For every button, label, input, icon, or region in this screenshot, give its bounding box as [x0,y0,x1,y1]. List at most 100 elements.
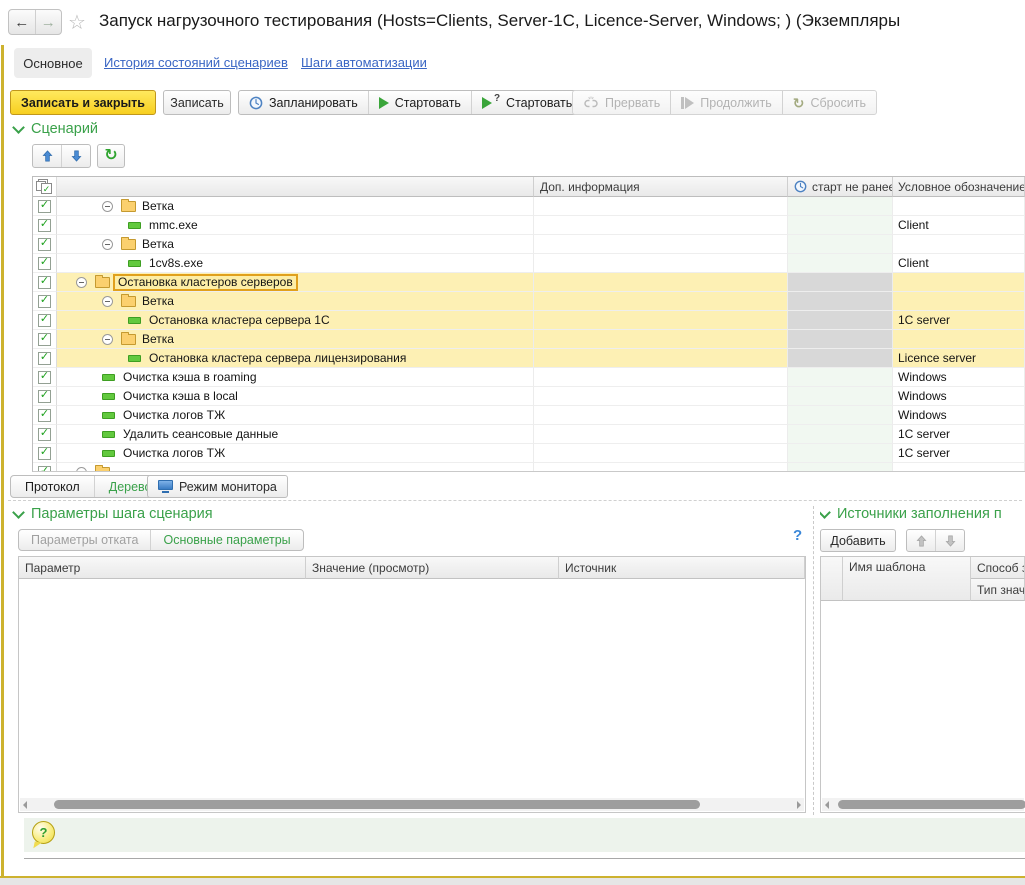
row-info-cell[interactable] [534,235,788,254]
row-info-cell[interactable] [534,387,788,406]
row-unit-cell[interactable] [893,463,1025,472]
rollback-params-tab[interactable]: Параметры отката [19,530,150,550]
column-start-header[interactable]: старт не ранее.. [788,177,893,197]
row-start-cell[interactable] [788,197,893,216]
row-checkbox[interactable]: ✓ [38,257,51,270]
help-bubble-icon[interactable]: ? [32,821,55,844]
row-info-cell[interactable] [534,406,788,425]
row-unit-cell[interactable]: 1C server [893,425,1025,444]
row-name-cell[interactable]: Ветка [57,292,534,311]
row-unit-cell[interactable]: 1C server [893,444,1025,463]
row-start-cell[interactable] [788,387,893,406]
row-checkbox[interactable]: ✓ [38,276,51,289]
scenario-section-header[interactable]: Сценарий [14,121,98,137]
row-info-cell[interactable] [534,349,788,368]
row-checkbox[interactable]: ✓ [38,371,51,384]
row-start-cell[interactable] [788,368,893,387]
favorite-star-icon[interactable]: ☆ [68,10,86,35]
sources-template-name-header[interactable]: Имя шаблона [843,557,971,601]
scroll-left-icon[interactable] [23,801,27,809]
scenario-row[interactable]: ✓ Ветка [33,292,1025,311]
row-unit-cell[interactable]: Licence server [893,349,1025,368]
column-info-header[interactable]: Доп. информация [534,177,788,197]
row-info-cell[interactable] [534,292,788,311]
row-info-cell[interactable] [534,311,788,330]
row-unit-cell[interactable]: Windows [893,387,1025,406]
tab-automation-steps[interactable]: Шаги автоматизации [301,55,427,70]
scenario-row[interactable]: ✓Ветка [33,235,1025,254]
collapse-toggle-icon[interactable] [102,334,113,345]
refresh-button[interactable]: ↻ [97,144,125,168]
help-icon[interactable]: ? [793,527,802,544]
column-unit-header[interactable]: Условное обозначение ед [893,177,1025,197]
schedule-button[interactable]: Запланировать [239,91,368,114]
row-checkbox[interactable]: ✓ [38,333,51,346]
collapse-toggle-icon[interactable] [76,467,87,473]
row-name-cell[interactable]: Ветка [57,330,534,349]
row-checkbox[interactable]: ✓ [38,447,51,460]
row-unit-cell[interactable] [893,197,1025,216]
row-checkbox[interactable]: ✓ [38,390,51,403]
row-checkbox[interactable]: ✓ [38,314,51,327]
scenario-row[interactable]: ✓mmc.exeClient [33,216,1025,235]
collapse-toggle-icon[interactable] [102,239,113,250]
scroll-thumb[interactable] [54,800,700,809]
params-column-header[interactable]: Источник [559,557,805,579]
main-params-tab[interactable]: Основные параметры [150,530,302,550]
row-unit-cell[interactable] [893,235,1025,254]
row-unit-cell[interactable]: Client [893,216,1025,235]
collapse-toggle-icon[interactable] [102,201,113,212]
row-name-cell[interactable]: Остановка кластеров серверов [57,273,534,292]
forward-icon[interactable]: → [35,10,62,34]
row-start-cell[interactable] [788,425,893,444]
tab-scenario-state-history[interactable]: История состояний сценариев [104,55,288,70]
row-start-cell[interactable] [788,311,893,330]
row-start-cell[interactable] [788,273,893,292]
row-start-cell[interactable] [788,406,893,425]
row-unit-cell[interactable] [893,330,1025,349]
collapse-toggle-icon[interactable] [76,277,87,288]
row-unit-cell[interactable]: Client [893,254,1025,273]
row-info-cell[interactable] [534,330,788,349]
row-name-cell[interactable]: Очистка кэша в local [57,387,534,406]
row-start-cell[interactable] [788,216,893,235]
scenario-row[interactable]: ✓ Остановка кластеров серверов [33,273,1025,292]
params-column-header[interactable]: Значение (просмотр) [306,557,559,579]
row-info-cell[interactable] [534,273,788,292]
move-up-button[interactable] [33,145,61,167]
protocol-view-button[interactable]: Протокол [11,476,94,497]
row-name-cell[interactable]: Остановка кластера сервера 1С [57,311,534,330]
row-checkbox[interactable]: ✓ [38,352,51,365]
scenario-row[interactable]: ✓ 1cv8s.exe Client [33,254,1025,273]
scroll-thumb[interactable] [838,800,1025,809]
row-checkbox[interactable]: ✓ [38,200,51,213]
scenario-row[interactable]: ✓Очистка кэша в roamingWindows [33,368,1025,387]
source-move-up-button[interactable] [907,530,935,551]
row-name-cell[interactable]: Очистка логов ТЖ [57,444,534,463]
row-checkbox[interactable]: ✓ [38,466,51,473]
sources-value-type-header[interactable]: Тип знач [971,579,1025,601]
scenario-row[interactable]: ✓Удалить сеансовые данные1C server [33,425,1025,444]
reset-button[interactable]: ↻ Сбросить [782,91,876,114]
row-start-cell[interactable] [788,292,893,311]
start-button[interactable]: Стартовать [368,91,471,114]
scenario-row[interactable]: ✓ Ветка [33,330,1025,349]
fill-sources-section-header[interactable]: Источники заполнения п [820,506,1025,522]
step-params-section-header[interactable]: Параметры шага сценария [14,506,213,522]
params-hscrollbar[interactable] [20,798,804,811]
scenario-row[interactable]: ✓Остановка кластера сервера лицензирован… [33,349,1025,368]
row-start-cell[interactable] [788,444,893,463]
row-checkbox[interactable]: ✓ [38,219,51,232]
row-unit-cell[interactable]: Windows [893,406,1025,425]
scroll-right-icon[interactable] [797,801,801,809]
row-start-cell[interactable] [788,330,893,349]
row-name-cell[interactable]: 1cv8s.exe [57,254,534,273]
collapse-toggle-icon[interactable] [102,296,113,307]
back-icon[interactable]: ← [9,10,35,34]
row-info-cell[interactable] [534,463,788,472]
row-unit-cell[interactable] [893,292,1025,311]
continue-button[interactable]: Продолжить [670,91,781,114]
save-and-close-button[interactable]: Записать и закрыть [10,90,156,115]
add-source-button[interactable]: Добавить [820,529,896,552]
row-checkbox[interactable]: ✓ [38,295,51,308]
